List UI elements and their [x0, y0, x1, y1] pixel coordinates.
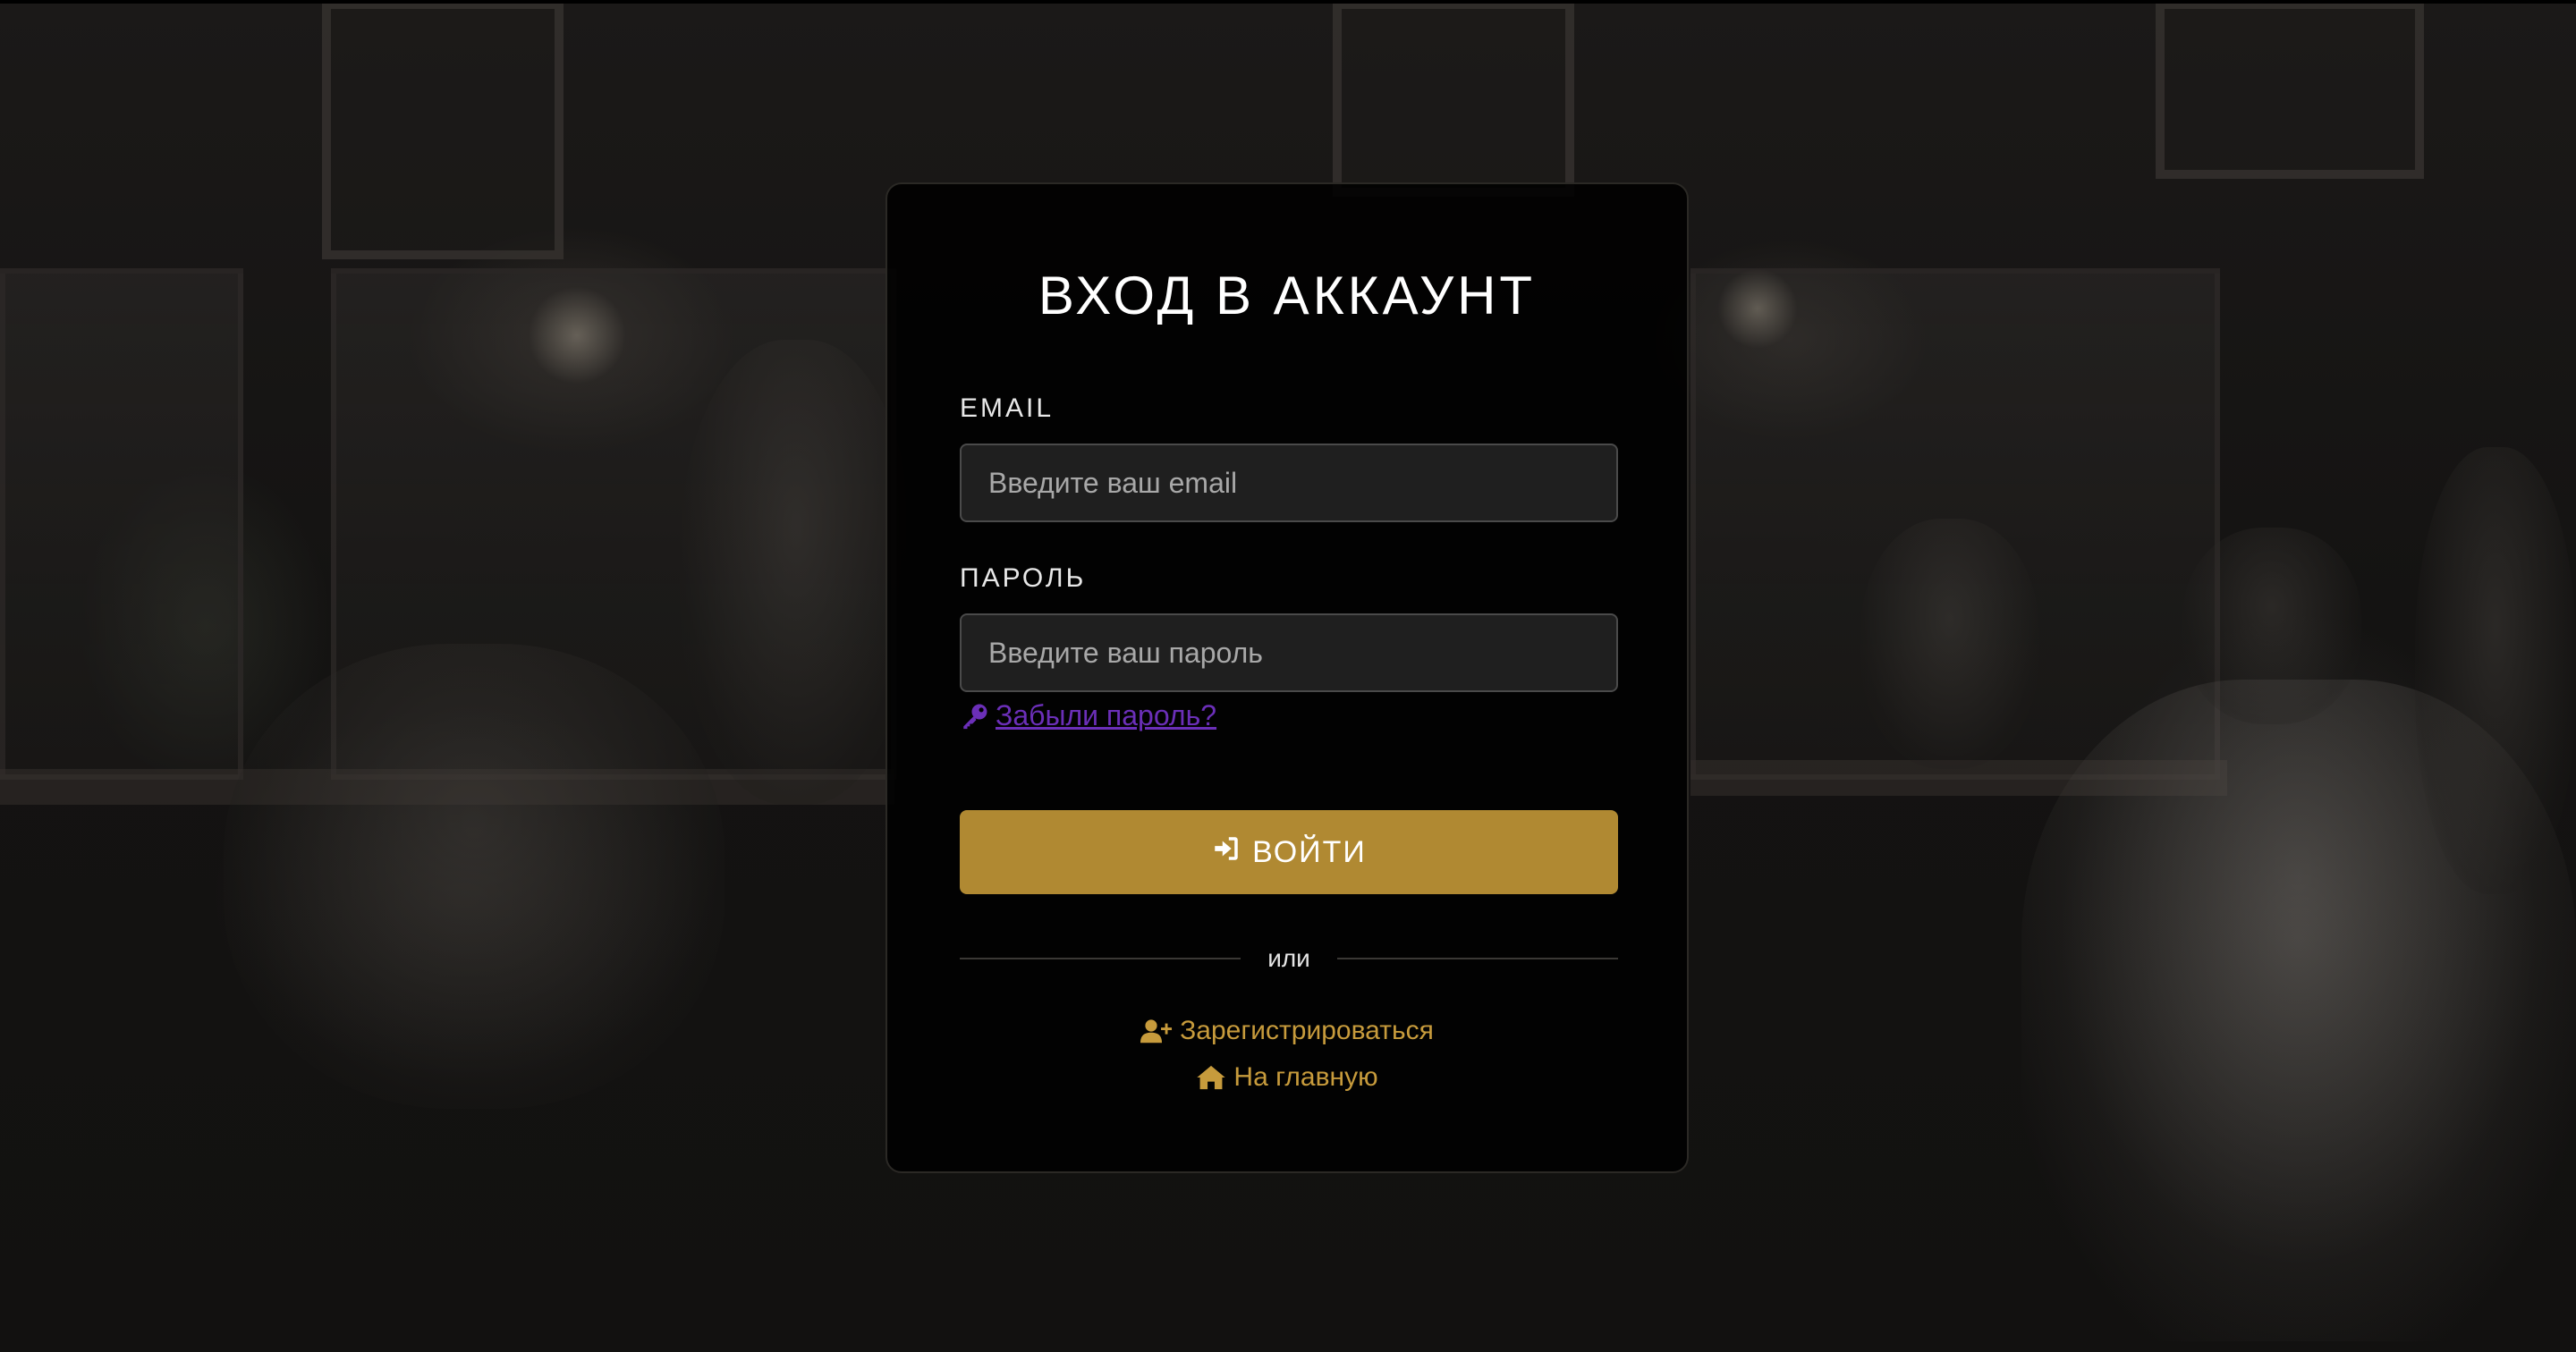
key-icon: [960, 701, 990, 731]
home-icon: [1196, 1064, 1226, 1091]
wall-frame: [2156, 0, 2424, 179]
or-divider: или: [960, 941, 1618, 976]
lamp: [528, 286, 626, 384]
home-link-text: На главную: [1233, 1062, 1378, 1092]
lamp: [1717, 268, 1798, 349]
login-button-label: ВОЙТИ: [1252, 834, 1367, 869]
register-link-text: Зарегистрироваться: [1180, 1016, 1434, 1045]
barber-figure-right: [2415, 447, 2576, 894]
client-head: [2182, 528, 2361, 724]
forgot-password-text: Забыли пароль?: [996, 699, 1217, 731]
user-plus-icon: [1140, 1018, 1173, 1044]
divider-line: [1336, 958, 1618, 959]
register-link[interactable]: Зарегистрироваться: [887, 1016, 1687, 1046]
background-figure: [1860, 519, 2039, 769]
home-link[interactable]: На главную: [887, 1062, 1687, 1093]
sign-in-icon: [1211, 833, 1241, 872]
login-button[interactable]: ВОЙТИ: [960, 810, 1618, 894]
seated-client-figure: [224, 644, 724, 1109]
login-card: ВХОД В АККАУНТ EMAIL ПАРОЛЬ Забыли парол…: [886, 182, 1689, 1173]
password-field[interactable]: [960, 613, 1618, 692]
window-top-edge: [0, 0, 2576, 4]
email-label: EMAIL: [960, 393, 1055, 423]
forgot-password-link[interactable]: Забыли пароль?: [960, 699, 1216, 732]
wall-portrait: [322, 0, 564, 259]
wall-portrait: [1333, 0, 1574, 197]
password-label: ПАРОЛЬ: [960, 563, 1087, 593]
barber-figure: [680, 340, 912, 805]
mirror: [0, 268, 243, 780]
divider-line: [960, 958, 1241, 959]
divider-text: или: [1267, 944, 1310, 972]
page-title: ВХОД В АККАУНТ: [1038, 266, 1537, 325]
email-field[interactable]: [960, 444, 1618, 522]
